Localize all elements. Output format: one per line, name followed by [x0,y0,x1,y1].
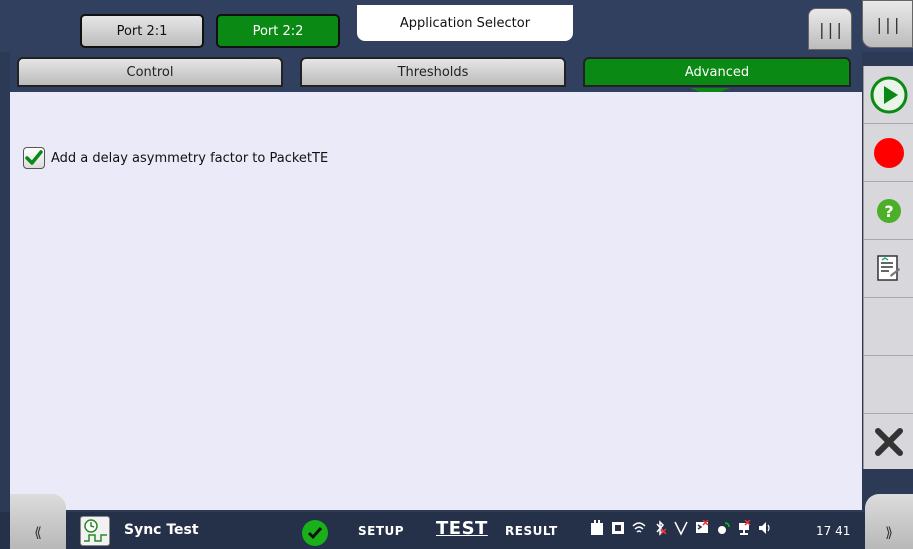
tab-advanced[interactable]: Advanced [583,57,851,87]
left-panel-grip[interactable]: ⟪ [10,494,66,549]
right-panel-grip[interactable]: ⟫ [865,494,913,549]
tab-thresholds[interactable]: Thresholds [300,57,566,87]
sync-test-app-icon[interactable] [80,516,110,546]
help-button[interactable]: ? [864,182,913,240]
mode-setup[interactable]: SETUP [358,524,404,538]
advanced-panel: Add a delay asymmetry factor to PacketTE [10,92,862,510]
help-icon: ? [877,198,901,223]
mode-result[interactable]: RESULT [505,524,558,538]
bluetooth-off-icon [656,520,667,536]
record-button[interactable] [864,124,913,182]
report-button[interactable] [864,240,913,298]
sidebar-slot-empty-2 [864,356,913,414]
tab-bar: Control Thresholds Advanced [10,52,862,92]
tab-control[interactable]: Control [17,57,283,87]
network-off-icon [739,520,751,535]
system-tray [590,520,772,536]
run-button[interactable] [864,66,913,124]
status-ok-icon [302,520,328,546]
satellite-icon [718,522,730,534]
v-icon [674,521,688,536]
panel-grip-handle-right[interactable]: ||| [862,0,913,48]
application-selector[interactable]: Application Selector [357,5,573,41]
svg-text:?: ? [884,202,893,221]
right-sidebar: ? [863,66,913,469]
clock: 17 41 [816,524,851,538]
power-plug-icon [591,520,603,535]
wifi-icon [632,522,646,533]
delay-asymmetry-option[interactable]: Add a delay asymmetry factor to PacketTE [23,147,328,169]
record-icon [874,137,904,168]
delay-asymmetry-label: Add a delay asymmetry factor to PacketTE [51,150,329,166]
port-2-2-button[interactable]: Port 2:2 [216,14,340,48]
mode-test[interactable]: TEST [436,518,488,539]
port-2-1-button[interactable]: Port 2:1 [80,14,204,48]
storage-icon [612,522,624,534]
terminal-off-icon [696,520,709,533]
sidebar-slot-empty-1 [864,298,913,356]
clock-wave-icon [84,519,107,542]
checkmark-icon [25,150,43,165]
app-name: Sync Test [124,522,199,538]
volume-icon [759,522,770,534]
delay-asymmetry-checkbox[interactable] [23,147,45,169]
play-icon [870,76,908,113]
close-icon [875,427,903,456]
panel-grip-handle[interactable]: ||| [808,8,852,50]
report-icon [877,254,900,281]
close-button[interactable] [864,414,913,469]
